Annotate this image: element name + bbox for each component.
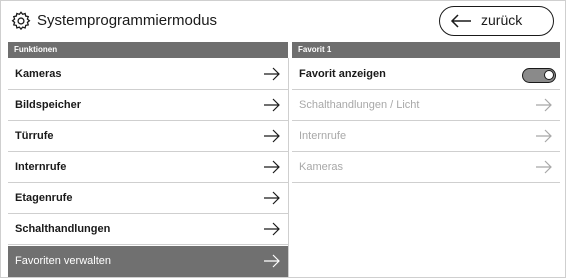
functions-section-header: Funktionen <box>8 42 288 58</box>
favorite-panel: Favorit 1 Favorit anzeigen Schalthandlun… <box>292 42 560 278</box>
arrow-right-icon <box>264 129 280 143</box>
menu-item-label: Kameras <box>15 68 62 80</box>
page-title: Systemprogrammiermodus <box>37 12 218 29</box>
menu-item-kameras[interactable]: Kameras <box>8 59 288 90</box>
arrow-right-icon <box>264 254 280 268</box>
menu-item-label: Etagenrufe <box>15 192 73 204</box>
menu-item-etagenrufe[interactable]: Etagenrufe <box>8 183 288 214</box>
arrow-right-icon <box>536 98 552 112</box>
arrow-right-icon <box>264 67 280 81</box>
arrow-right-icon <box>536 129 552 143</box>
arrow-left-icon <box>450 14 471 28</box>
favorite-show-row: Favorit anzeigen <box>292 59 560 90</box>
favorite-item-label: Kameras <box>299 161 344 173</box>
menu-item-favoriten-verwalten[interactable]: Favoriten verwalten <box>8 246 288 277</box>
header-bar: Systemprogrammiermodus zurück <box>0 0 566 42</box>
favorite-item-label: Schalthandlungen / Licht <box>299 99 420 111</box>
functions-panel: Funktionen Kameras Bildspeicher Türrufe … <box>8 42 288 278</box>
arrow-right-icon <box>264 98 280 112</box>
panel-divider <box>288 58 289 278</box>
menu-item-tuerrufe[interactable]: Türrufe <box>8 121 288 152</box>
favorite-item-internrufe[interactable]: Internrufe <box>292 121 560 152</box>
favorite-show-toggle[interactable] <box>522 68 556 83</box>
favorite-item-kameras[interactable]: Kameras <box>292 152 560 183</box>
arrow-right-icon <box>264 191 280 205</box>
favorite-show-label: Favorit anzeigen <box>299 68 386 80</box>
toggle-knob <box>544 70 554 80</box>
menu-item-label: Internrufe <box>15 161 67 173</box>
menu-item-label: Türrufe <box>15 130 54 142</box>
menu-item-internrufe[interactable]: Internrufe <box>8 152 288 183</box>
menu-item-label: Bildspeicher <box>15 99 82 111</box>
favorite-item-schalthandlungen-licht[interactable]: Schalthandlungen / Licht <box>292 90 560 121</box>
back-button[interactable]: zurück <box>439 6 554 36</box>
back-button-label: zurück <box>481 12 523 28</box>
menu-item-bildspeicher[interactable]: Bildspeicher <box>8 90 288 121</box>
arrow-right-icon <box>536 160 552 174</box>
favorite-item-label: Internrufe <box>299 130 347 142</box>
menu-item-label: Favoriten verwalten <box>15 255 111 267</box>
menu-item-label: Schalthandlungen <box>15 223 111 235</box>
favorite-section-header: Favorit 1 <box>292 42 560 58</box>
menu-item-schalthandlungen[interactable]: Schalthandlungen <box>8 214 288 245</box>
gear-icon <box>11 11 31 31</box>
arrow-right-icon <box>264 222 280 236</box>
arrow-right-icon <box>264 160 280 174</box>
